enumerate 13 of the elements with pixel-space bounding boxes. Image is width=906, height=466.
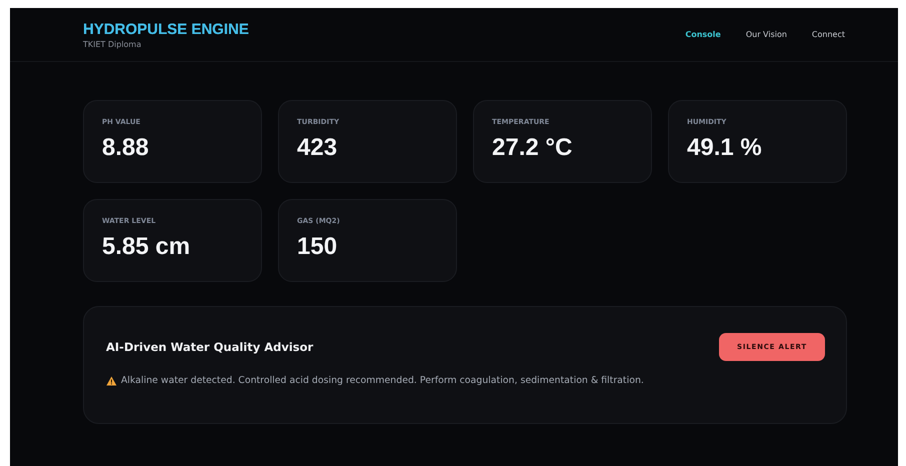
metric-value: 49.1 % — [687, 134, 763, 162]
metric-value: 8.88 — [102, 134, 150, 162]
nav-link[interactable]: Our Vision — [746, 30, 787, 39]
advisor-title: AI-Driven Water Quality Advisor — [106, 340, 314, 354]
metric-value: 5.85 cm — [102, 233, 192, 261]
metric-value: 27.2 °C — [492, 134, 574, 162]
metric-value: 423 — [297, 134, 338, 162]
nav-link[interactable]: Connect — [812, 30, 845, 39]
metric-value: 150 — [297, 233, 338, 261]
nav-link[interactable]: Console — [685, 30, 721, 39]
app-subtitle: TKIET Diploma — [83, 40, 142, 48]
warning-icon — [106, 376, 117, 386]
advisor-message: Alkaline water detected. Controlled acid dosing recommended. Perform coagulation, sedimentation & filtration. — [121, 375, 644, 386]
